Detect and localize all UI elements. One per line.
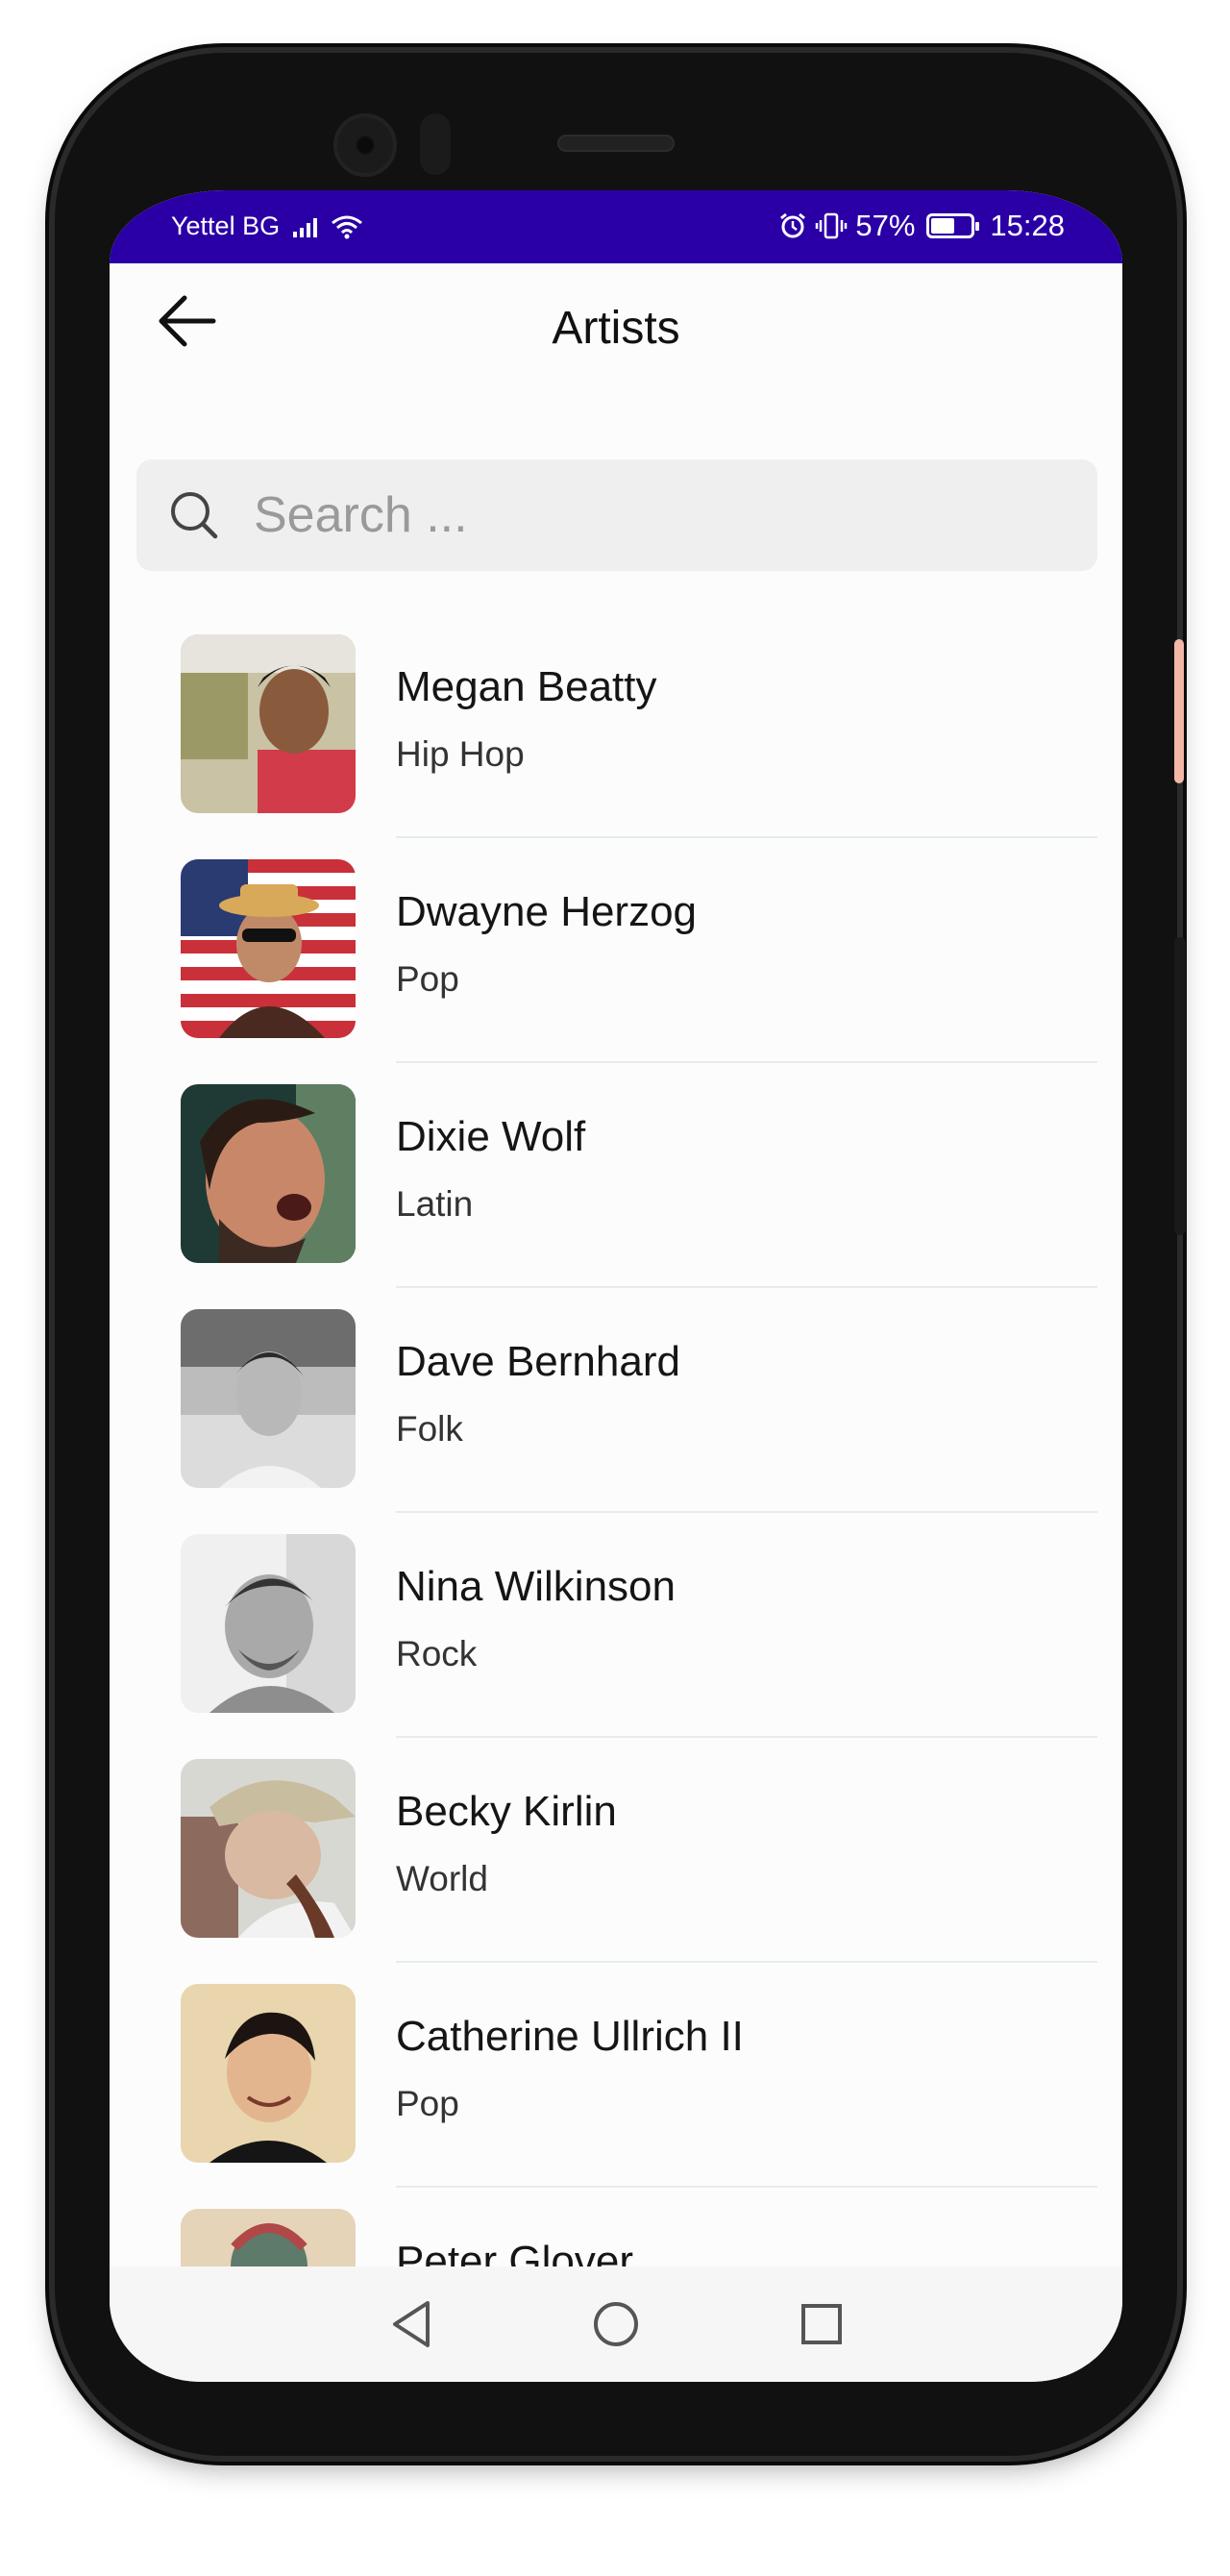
divider <box>396 2186 1097 2188</box>
search-icon <box>165 486 223 544</box>
artist-avatar <box>181 1984 356 2163</box>
camera-icon <box>333 113 397 177</box>
artist-avatar <box>181 859 356 1038</box>
artist-genre: Latin <box>396 1184 474 1224</box>
divider <box>396 1061 1097 1063</box>
search-bar[interactable] <box>136 459 1097 571</box>
artist-row[interactable]: Dixie Wolf Latin <box>110 1084 1122 1309</box>
artist-genre: World <box>396 1859 488 1898</box>
artist-genre: Folk <box>396 1409 463 1449</box>
artist-row[interactable]: Becky Kirlin World <box>110 1759 1122 1984</box>
artist-name: Dave Bernhard <box>396 1338 680 1385</box>
power-button <box>1174 937 1186 1235</box>
artist-row[interactable]: Dave Bernhard Folk <box>110 1309 1122 1534</box>
artist-avatar <box>181 1084 356 1263</box>
artist-avatar <box>181 1309 356 1488</box>
divider <box>396 1286 1097 1288</box>
artist-genre: Rock <box>396 1634 478 1673</box>
clock: 15:28 <box>990 209 1065 242</box>
artist-name: Dixie Wolf <box>396 1113 586 1160</box>
artist-row[interactable]: Catherine Ullrich II Pop <box>110 1984 1122 2209</box>
artist-avatar <box>181 1759 356 1938</box>
divider <box>396 1961 1097 1963</box>
artist-name: Dwayne Herzog <box>396 888 698 935</box>
artist-list[interactable]: Megan Beatty Hip Hop Dwayne Herzog Pop D… <box>110 634 1122 2288</box>
divider <box>396 836 1097 838</box>
speaker-grille <box>557 135 675 152</box>
status-bar: Yettel BG 57% 15:28 <box>110 190 1122 263</box>
square-recents-icon <box>801 2304 842 2344</box>
vibrate-icon <box>816 212 848 239</box>
artist-avatar <box>181 634 356 813</box>
alarm-icon <box>780 212 806 238</box>
screen: Yettel BG 57% 15:28 Artists Search ... M… <box>110 190 1122 2382</box>
nav-back-button[interactable] <box>383 2295 441 2353</box>
artist-row[interactable]: Nina Wilkinson Rock <box>110 1534 1122 1759</box>
battery-icon <box>926 213 980 238</box>
wifi-icon <box>332 215 363 238</box>
divider <box>396 1736 1097 1738</box>
artist-genre: Hip Hop <box>396 734 525 774</box>
artist-row[interactable]: Dwayne Herzog Pop <box>110 859 1122 1084</box>
artist-name: Becky Kirlin <box>396 1788 617 1835</box>
sensor <box>420 113 451 175</box>
page-title: Artists <box>552 303 680 354</box>
artist-genre: Pop <box>396 2084 459 2123</box>
system-nav-bar <box>110 2266 1122 2382</box>
signal-icon <box>293 216 318 237</box>
status-left: Yettel BG <box>171 211 363 241</box>
status-right: 57% 15:28 <box>778 209 1065 243</box>
triangle-back-icon <box>393 2301 430 2347</box>
nav-recents-button[interactable] <box>793 2295 850 2353</box>
artist-genre: Pop <box>396 959 459 999</box>
artist-row[interactable]: Megan Beatty Hip Hop <box>110 634 1122 859</box>
circle-home-icon <box>594 2302 638 2346</box>
search-input[interactable] <box>254 486 1042 544</box>
divider <box>396 1511 1097 1513</box>
nav-home-button[interactable] <box>587 2295 645 2353</box>
artist-avatar <box>181 1534 356 1713</box>
carrier-label: Yettel BG <box>171 211 281 240</box>
artist-name: Megan Beatty <box>396 663 657 710</box>
battery-percent: 57% <box>855 209 916 242</box>
side-accent <box>1174 639 1184 783</box>
artist-name: Nina Wilkinson <box>396 1563 676 1610</box>
artist-name: Catherine Ullrich II <box>396 2013 744 2060</box>
app-bar: Artists <box>110 263 1122 379</box>
